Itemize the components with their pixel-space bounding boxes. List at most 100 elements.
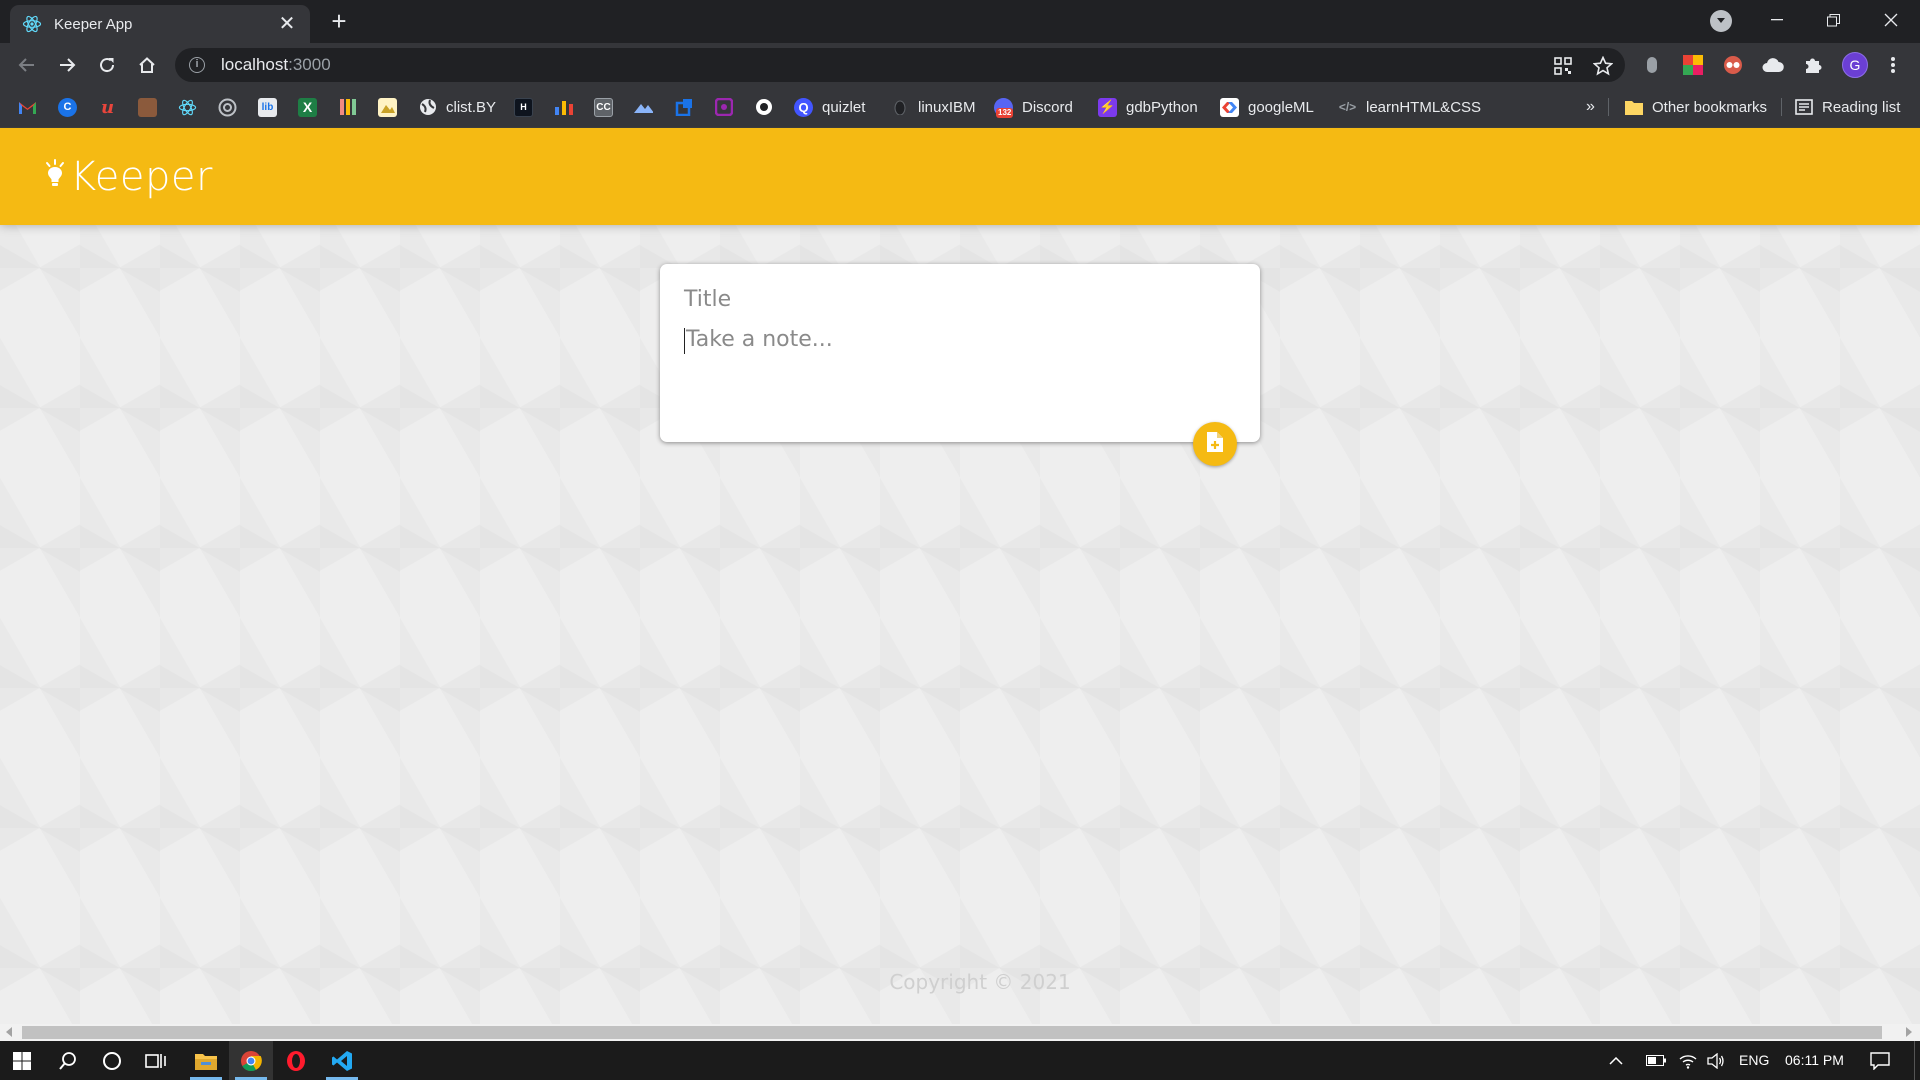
new-tab-button[interactable]: + [325, 7, 353, 35]
bookmark-label: googleML [1248, 98, 1314, 116]
glasses-extension-icon[interactable] [1722, 54, 1744, 76]
language-indicator[interactable]: ENG [1739, 1041, 1769, 1080]
cortana-icon[interactable] [90, 1041, 134, 1080]
browser-tab-active[interactable]: Keeper App ✕ [10, 5, 310, 43]
bookmark-clist[interactable]: clist.BY [418, 96, 496, 118]
note-title-input[interactable]: Title [684, 284, 1236, 316]
bookmark-circle[interactable] [754, 96, 773, 118]
bookmark-chart[interactable] [554, 96, 573, 118]
tab-close-icon[interactable]: ✕ [276, 13, 298, 35]
task-view-icon[interactable] [134, 1041, 178, 1080]
file-explorer-icon[interactable] [184, 1041, 228, 1080]
bookmark-googleml[interactable]: googleML [1220, 96, 1314, 118]
linux-icon [890, 98, 909, 117]
address-bar[interactable]: i localhost:3000 [175, 48, 1625, 82]
note-content-placeholder: Take a note... [686, 327, 833, 352]
chrome-menu-icon[interactable] [1882, 54, 1904, 76]
tab-title: Keeper App [54, 15, 133, 33]
bookmark-quizlet[interactable]: Q quizlet [794, 96, 865, 118]
copyright-text: Copyright © 2021 [889, 970, 1071, 994]
opera-icon[interactable] [274, 1041, 318, 1080]
close-window-icon[interactable] [1868, 0, 1914, 40]
bookmark-box[interactable]: lib [258, 96, 277, 118]
purple-icon [714, 98, 733, 117]
qr-code-icon[interactable] [1553, 56, 1573, 76]
bookmark-blue-square[interactable] [674, 96, 693, 118]
wifi-icon[interactable] [1674, 1041, 1702, 1080]
profile-avatar[interactable]: G [1842, 52, 1868, 78]
bookmark-image[interactable] [378, 96, 397, 118]
tab-search-icon[interactable] [1710, 10, 1732, 32]
bookmark-linuxibm[interactable]: linuxIBM [890, 96, 976, 118]
battery-icon[interactable] [1642, 1041, 1670, 1080]
app-logo-text: Keeper [70, 153, 213, 200]
bookmark-x[interactable]: X [298, 96, 317, 118]
page-footer: Copyright © 2021 [0, 970, 1920, 994]
bookmark-label: gdbPython [1126, 98, 1198, 116]
bookmark-learnhtml[interactable]: </> learnHTML&CSS [1338, 96, 1481, 118]
minimize-icon[interactable] [1754, 0, 1800, 40]
reload-icon[interactable] [92, 50, 122, 80]
scroll-right-icon[interactable] [1906, 1027, 1912, 1037]
other-bookmarks-button[interactable]: Other bookmarks [1624, 96, 1767, 118]
show-hidden-icons[interactable] [1602, 1041, 1630, 1080]
bookmark-star-icon[interactable] [1593, 56, 1613, 76]
mouse-extension-icon[interactable] [1641, 54, 1663, 76]
circle-icon [754, 98, 773, 117]
volume-icon[interactable] [1702, 1041, 1730, 1080]
extensions-puzzle-icon[interactable] [1802, 54, 1824, 76]
box-icon: lib [258, 97, 277, 117]
bookmark-swirl[interactable] [218, 96, 237, 118]
windows-start-icon[interactable] [0, 1041, 44, 1080]
page-viewport: Keeper Title Take a note... Copyright © … [0, 128, 1920, 1024]
bookmark-avatar[interactable] [138, 96, 157, 118]
u-icon: u [100, 96, 115, 118]
taskbar-clock[interactable]: 06:11 PM [1785, 1041, 1844, 1080]
cloud-extension-icon[interactable] [1762, 54, 1784, 76]
bookmarks-overflow-button[interactable]: » [1586, 96, 1595, 118]
bookmark-purple[interactable] [714, 96, 733, 118]
bookmark-label: learnHTML&CSS [1366, 98, 1482, 116]
bookmark-gmail[interactable] [18, 96, 37, 118]
text-caret [684, 328, 685, 354]
reading-list-icon [1794, 98, 1813, 117]
cc-icon: CC [594, 97, 613, 117]
show-desktop-strip[interactable] [1914, 1041, 1915, 1080]
bookmark-bars[interactable] [338, 96, 357, 118]
scrollbar-thumb[interactable] [22, 1026, 1882, 1039]
bookmark-label: Discord [1022, 98, 1073, 116]
reading-list-button[interactable]: Reading list [1794, 96, 1900, 118]
url-text: localhost:3000 [221, 55, 331, 75]
add-note-button[interactable] [1193, 422, 1237, 466]
bookmark-react[interactable] [178, 96, 197, 118]
x-icon: X [298, 97, 317, 117]
bookmark-label: Reading list [1822, 98, 1901, 116]
horizontal-scrollbar[interactable] [0, 1024, 1920, 1041]
bookmark-hackerrank[interactable]: H [514, 96, 533, 118]
gmail-icon [18, 98, 37, 117]
bookmark-gdbpython[interactable]: ⚡ gdbPython [1098, 96, 1198, 118]
discord-badge: 132 [996, 107, 1014, 118]
bookmark-mountain[interactable] [634, 96, 653, 118]
scroll-left-icon[interactable] [6, 1027, 12, 1037]
browser-toolbar: i localhost:3000 G [0, 43, 1920, 87]
back-icon[interactable] [12, 50, 42, 80]
notifications-icon[interactable] [1858, 1041, 1902, 1080]
restore-icon[interactable] [1810, 0, 1856, 40]
chrome-taskbar-icon[interactable] [229, 1041, 273, 1080]
bookmark-c[interactable]: C [58, 96, 77, 118]
vscode-icon[interactable] [320, 1041, 364, 1080]
site-info-icon[interactable]: i [189, 57, 205, 73]
forward-icon[interactable] [52, 50, 82, 80]
mountain-icon [634, 98, 653, 117]
windows-taskbar: ENG 06:11 PM [0, 1041, 1920, 1080]
search-icon[interactable] [46, 1041, 90, 1080]
bookmark-cc[interactable]: CC [594, 96, 613, 118]
colorful-extension-icon[interactable] [1682, 54, 1704, 76]
edge-icon [218, 98, 237, 117]
bookmark-u[interactable]: u [98, 96, 117, 118]
home-icon[interactable] [132, 50, 162, 80]
bookmark-discord[interactable]: 132 Discord [994, 96, 1073, 118]
globe-icon [418, 98, 437, 117]
note-content-textarea[interactable]: Take a note... [684, 324, 1236, 356]
